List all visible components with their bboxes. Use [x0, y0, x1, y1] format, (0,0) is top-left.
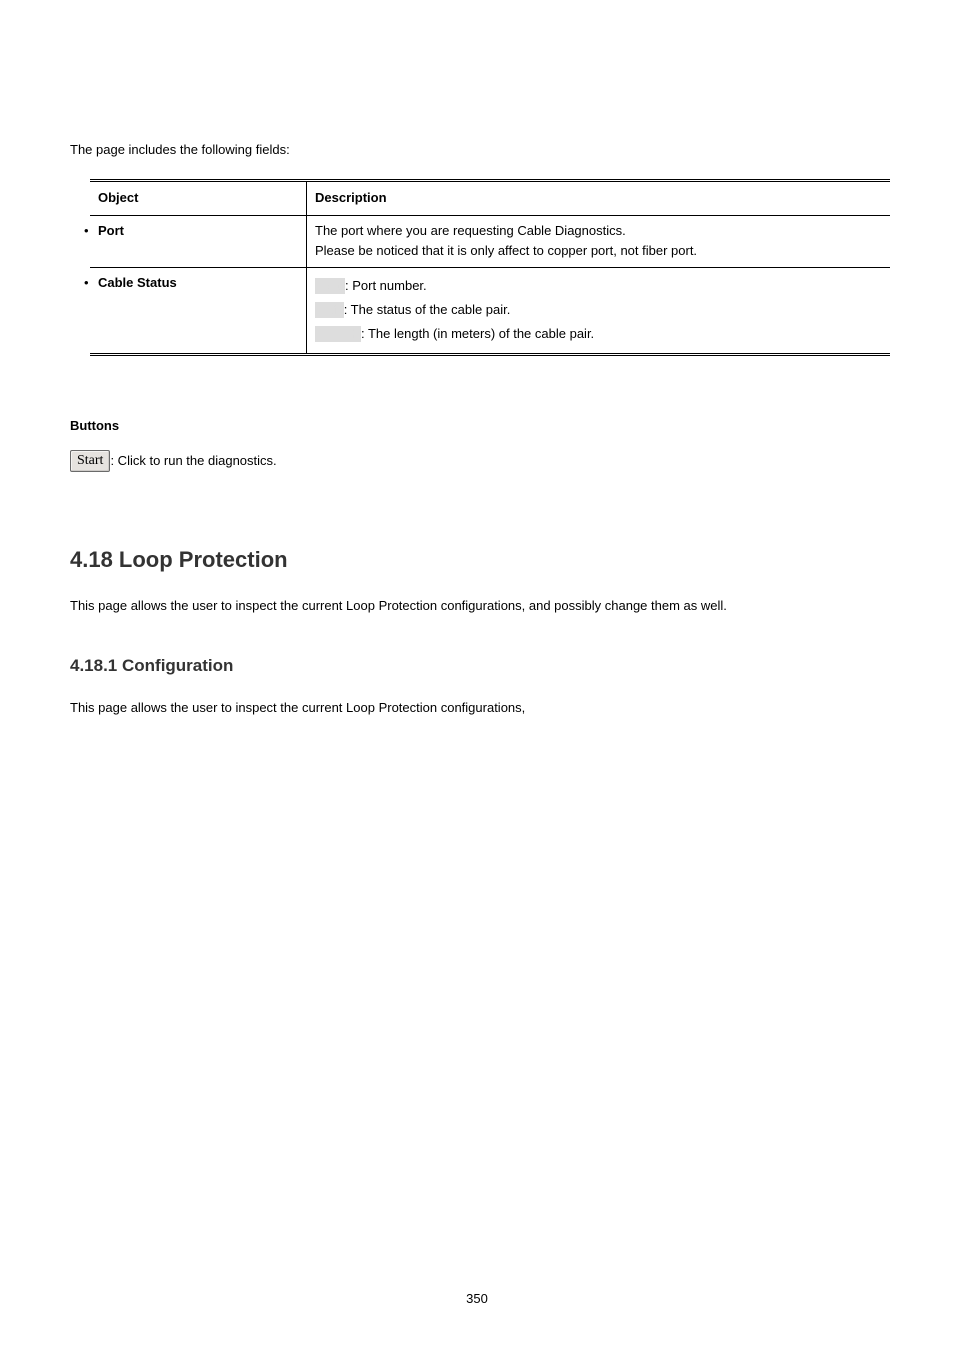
start-button-desc: : Click to run the diagnostics.: [110, 451, 276, 472]
subsection-paragraph: This page allows the user to inspect the…: [70, 698, 884, 719]
buttons-section: Buttons Start: Click to run the diagnost…: [70, 416, 884, 473]
table-row: Cable Status Port: Port number. Pair: Th…: [90, 268, 890, 354]
col-header-object: Object: [90, 180, 307, 215]
def-label: Port: [315, 278, 345, 294]
def-port: Port: Port number.: [315, 276, 882, 297]
def-pair: Pair: The status of the cable pair.: [315, 300, 882, 321]
intro-text: The page includes the following fields:: [70, 140, 884, 161]
def-length: Length: The length (in meters) of the ca…: [315, 324, 882, 345]
def-text: : The length (in meters) of the cable pa…: [361, 326, 594, 341]
subsection-heading-configuration: 4.18.1 Configuration: [70, 652, 884, 679]
col-header-description: Description: [307, 180, 891, 215]
section-paragraph: This page allows the user to inspect the…: [70, 596, 884, 617]
fields-table: Object Description Port The port where y…: [90, 179, 890, 356]
start-button[interactable]: Start: [70, 450, 110, 472]
row-object-port: Port: [98, 223, 124, 238]
def-label: Pair: [315, 302, 344, 318]
row-object-cable-status: Cable Status: [98, 275, 177, 290]
def-text: : The status of the cable pair.: [344, 302, 511, 317]
section-heading-loop-protection: 4.18 Loop Protection: [70, 542, 884, 577]
row-desc-line: The port where you are requesting Cable …: [315, 221, 882, 242]
table-row: Port The port where you are requesting C…: [90, 215, 890, 268]
page-number: 350: [0, 1289, 954, 1310]
def-label: Length: [315, 326, 361, 342]
buttons-heading: Buttons: [70, 416, 884, 437]
def-text: : Port number.: [345, 278, 427, 293]
row-desc-line: Please be noticed that it is only affect…: [315, 241, 882, 262]
